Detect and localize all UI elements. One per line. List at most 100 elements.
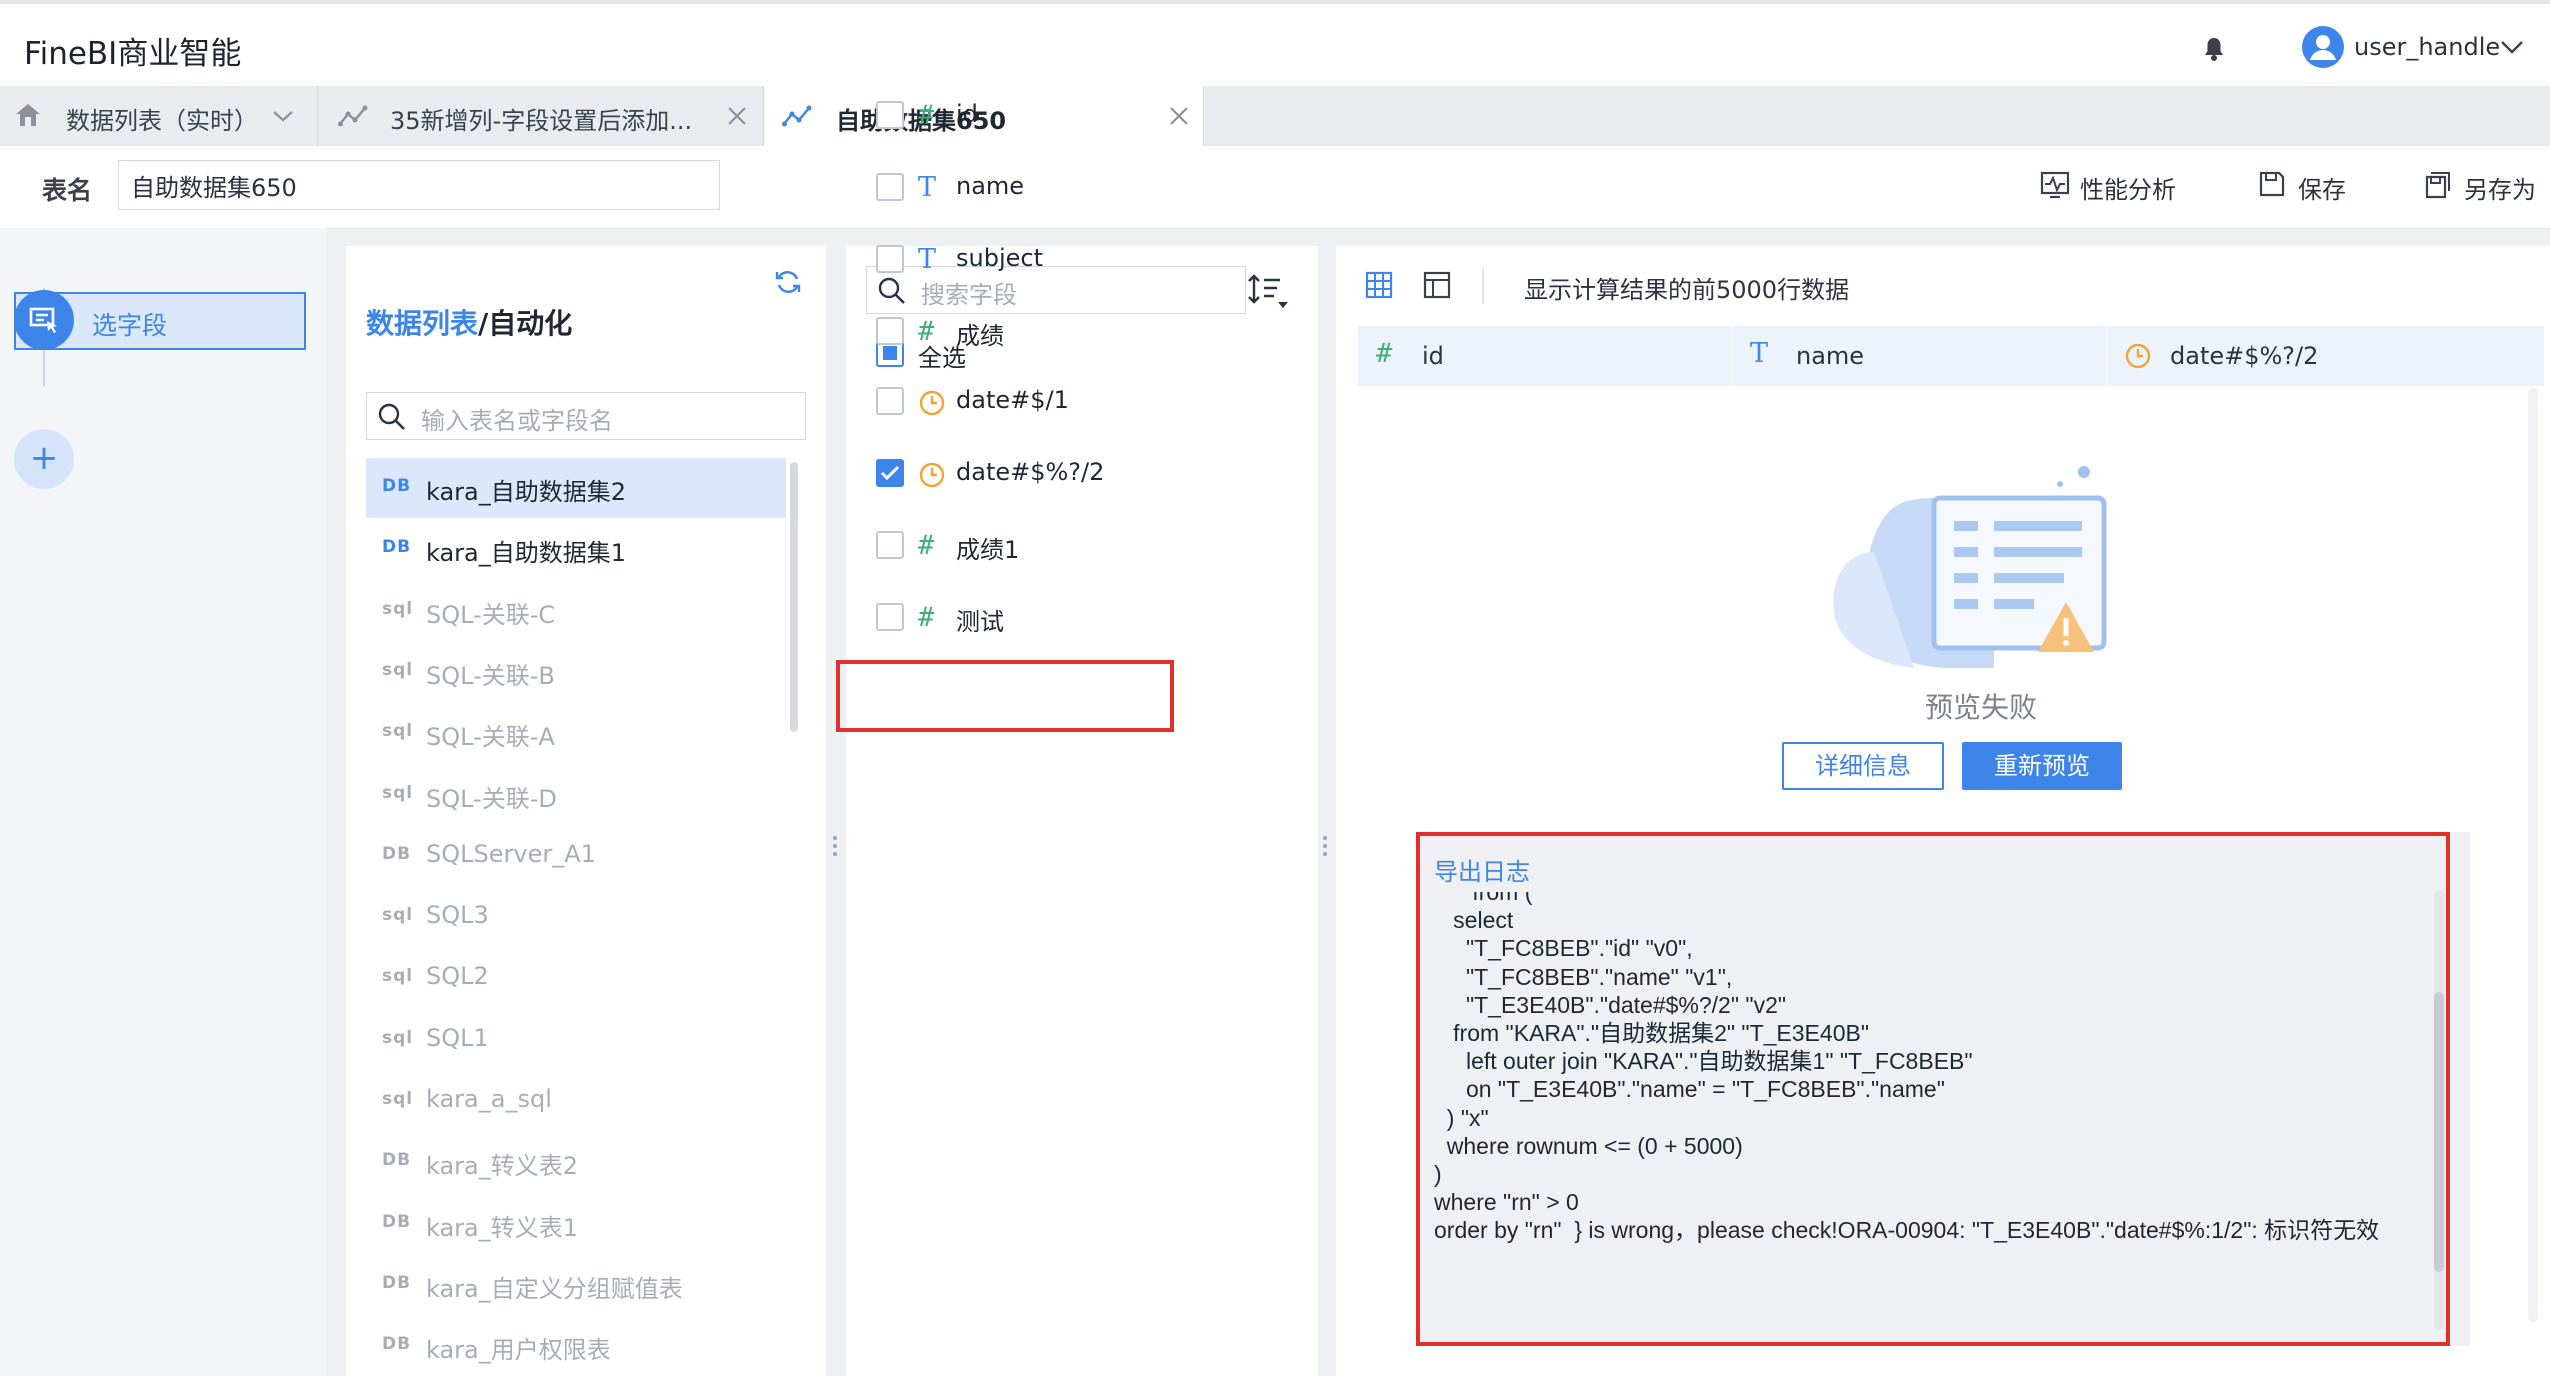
column-name: date#$%?/2 — [2170, 342, 2319, 370]
table-list-scrollbar[interactable] — [790, 462, 798, 732]
column-name: id — [1422, 342, 1444, 370]
field-checkbox[interactable] — [876, 173, 904, 201]
field-row[interactable]: # 成绩1 — [876, 524, 1296, 568]
table-list-item[interactable]: DB kara_自助数据集2 — [366, 458, 786, 518]
avatar[interactable] — [2302, 26, 2344, 68]
field-panel: 搜索字段 全选 # id Tname Tsubject # 成绩 date#$/1 date#… — [846, 100, 1318, 1376]
db-table-icon: DB — [382, 1272, 412, 1293]
sql-table-icon: sql — [382, 1089, 414, 1109]
details-button[interactable]: 详细信息 — [1782, 742, 1944, 790]
sql-table-icon: sql — [382, 782, 414, 803]
field-checkbox[interactable] — [876, 387, 904, 415]
table-list-item[interactable]: DB kara_用户权限表 — [366, 1316, 786, 1376]
field-checkbox[interactable] — [876, 531, 904, 559]
field-name: subject — [956, 244, 1043, 272]
table-list: DB kara_自助数据集2 DB kara_自助数据集1 sql SQL-关联-C sql… — [366, 458, 786, 1376]
table-list-item[interactable]: sql SQL-关联-D — [366, 765, 786, 825]
dataset-icon — [338, 104, 368, 128]
number-type-icon: # — [918, 316, 935, 347]
refresh-icon[interactable] — [774, 268, 802, 296]
field-row[interactable]: date#$%?/2 — [876, 452, 1296, 496]
save-label: 保存 — [2298, 176, 2346, 204]
table-name: kara_转义表1 — [426, 1213, 579, 1242]
table-list-item[interactable]: sql SQL2 — [366, 948, 786, 1008]
sql-table-icon: sql — [382, 966, 414, 987]
tab-data-list[interactable]: 数据列表（实时） — [0, 86, 318, 146]
step-rail: 选字段 + — [0, 228, 326, 1376]
chevron-down-icon[interactable] — [2500, 40, 2524, 54]
field-row[interactable]: Tsubject — [876, 238, 1296, 282]
field-row[interactable]: Tname — [876, 166, 1296, 210]
table-list-item[interactable]: DB SQLServer_A1 — [366, 826, 786, 886]
tab-label: 35新增列-字段设置后添加... — [390, 107, 693, 135]
field-row[interactable]: # id — [876, 94, 1296, 138]
grid-view-icon[interactable] — [1364, 270, 1394, 300]
field-row[interactable]: # 成绩 — [876, 310, 1296, 354]
username[interactable]: user_handle — [2354, 33, 2500, 61]
table-list-item[interactable]: DB kara_自定义分组赋值表 — [366, 1255, 786, 1315]
table-name: SQL-关联-B — [426, 661, 555, 690]
panel-resize-handle[interactable] — [832, 836, 838, 860]
table-name-input[interactable] — [118, 160, 720, 210]
save-as-button[interactable]: 另存为 — [2424, 168, 2550, 204]
table-list-item[interactable]: DB kara_自助数据集1 — [366, 519, 786, 579]
home-icon — [14, 102, 42, 128]
table-list-item[interactable]: sql SQL3 — [366, 887, 786, 947]
table-search-input[interactable]: 输入表名或字段名 — [366, 392, 806, 440]
field-name: id — [956, 100, 978, 128]
close-icon[interactable] — [726, 105, 748, 127]
sql-table-icon: sql — [382, 659, 414, 680]
field-highlight-box — [836, 660, 1174, 732]
table-name-label: 表名 — [42, 176, 93, 205]
text-type-icon: T — [1750, 338, 1769, 369]
field-name: date#$/1 — [956, 386, 1069, 414]
table-list-item[interactable]: sql kara_a_sql — [366, 1071, 786, 1131]
table-list-item[interactable]: sql SQL-关联-C — [366, 581, 786, 641]
table-name: SQL1 — [426, 1023, 489, 1052]
preview-failed-illustration — [1814, 462, 2154, 692]
number-type-icon: # — [1376, 338, 1393, 369]
table-name: kara_用户权限表 — [426, 1336, 611, 1365]
tab-dataset-35[interactable]: 35新增列-字段设置后添加... — [318, 86, 764, 146]
sql-table-icon: sql — [382, 1027, 414, 1048]
date-type-icon — [918, 458, 946, 488]
field-checkbox[interactable] — [876, 317, 904, 345]
app-title: FineBI商业智能 — [24, 36, 242, 72]
column-header-name[interactable]: T name — [1732, 326, 2107, 386]
log-highlight-box — [1416, 832, 2450, 1346]
chevron-down-icon[interactable] — [272, 110, 294, 122]
field-checkbox[interactable] — [876, 245, 904, 273]
text-type-icon: T — [918, 244, 937, 275]
panel-resize-handle[interactable] — [1322, 836, 1328, 860]
db-table-icon: DB — [382, 476, 412, 496]
toolbar-divider — [1482, 268, 1484, 304]
field-checkbox[interactable] — [876, 603, 904, 631]
table-name: SQLServer_A1 — [426, 839, 596, 868]
retry-preview-button[interactable]: 重新预览 — [1962, 742, 2122, 790]
add-step-button[interactable]: + — [14, 429, 74, 489]
tab-label: 数据列表（实时） — [66, 107, 258, 135]
db-table-icon: DB — [382, 843, 412, 864]
bell-icon[interactable] — [2202, 36, 2226, 62]
table-list-item[interactable]: DB kara_转义表1 — [366, 1194, 786, 1254]
field-row[interactable]: # 测试 — [876, 596, 1296, 640]
breadcrumb-root[interactable]: 数据列表 — [366, 307, 478, 340]
table-list-item[interactable]: sql SQL-关联-A — [366, 703, 786, 763]
table-list-item[interactable]: sql SQL-关联-B — [366, 642, 786, 702]
sql-table-icon: sql — [382, 721, 414, 742]
table-list-item[interactable]: DB kara_转义表2 — [366, 1132, 786, 1192]
step-select-field-label: 选字段 — [92, 311, 168, 340]
save-as-icon — [2424, 170, 2454, 200]
column-header-date[interactable]: date#$%?/2 — [2106, 326, 2544, 386]
column-header-id[interactable]: # id — [1358, 326, 1733, 386]
table-list-item[interactable]: sql SQL1 — [366, 1010, 786, 1070]
table-view-icon[interactable] — [1422, 270, 1452, 300]
preview-scrollbar[interactable] — [2528, 388, 2538, 1322]
db-table-icon: DB — [382, 1334, 412, 1355]
performance-analysis-button[interactable]: 性能分析 — [2040, 168, 2200, 204]
field-checkbox[interactable] — [876, 459, 904, 487]
field-name: 成绩1 — [956, 536, 1020, 564]
field-row[interactable]: date#$/1 — [876, 380, 1296, 424]
save-button[interactable]: 保存 — [2258, 168, 2358, 204]
field-checkbox[interactable] — [876, 101, 904, 129]
